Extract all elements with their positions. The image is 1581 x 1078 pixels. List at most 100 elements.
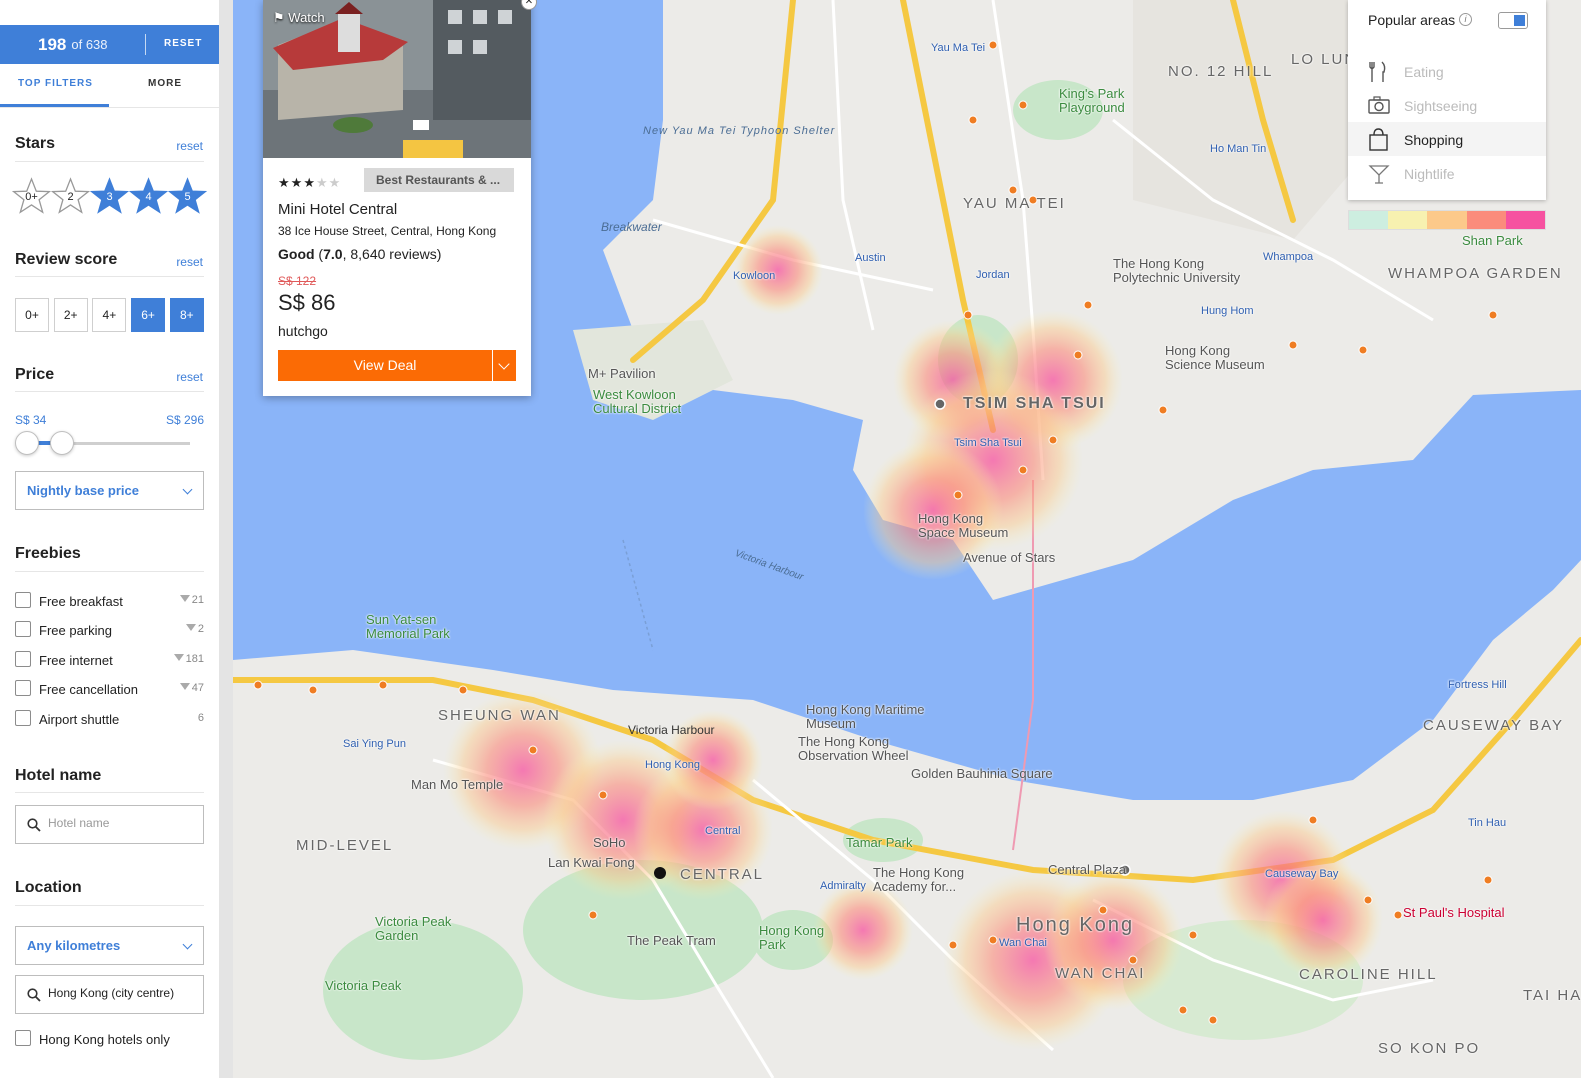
map-label-victoria-harbour-poi: Victoria Harbour bbox=[628, 723, 715, 737]
map-label-tin-hau: Tin Hau bbox=[1468, 817, 1507, 829]
map-label-tamar-park: Tamar Park bbox=[846, 835, 913, 850]
freebie-option[interactable]: Free breakfast 21 bbox=[15, 592, 204, 612]
map-label-academy: The Hong Kong Academy for... bbox=[873, 865, 965, 894]
funnel-icon bbox=[173, 654, 184, 661]
popular-area-sightseeing[interactable]: Sightseeing bbox=[1348, 88, 1546, 122]
freebie-option[interactable]: Free parking 2 bbox=[15, 621, 204, 641]
popular-areas-toggle[interactable] bbox=[1498, 12, 1528, 29]
freebie-label: Free parking bbox=[39, 623, 112, 638]
popular-area-label: Eating bbox=[1404, 64, 1444, 80]
hotel-name-field[interactable] bbox=[15, 805, 204, 844]
tab-top-filters[interactable]: TOP FILTERS bbox=[18, 78, 93, 89]
map-label-caroline-hill: CAROLINE HILL bbox=[1299, 966, 1438, 983]
map-label-mid-level: MID-LEVEL bbox=[296, 837, 394, 854]
star-option-label: 2 bbox=[67, 191, 74, 203]
map-label-hong-kong-station: Hong Kong bbox=[645, 759, 701, 771]
map-canvas[interactable]: New Yau Ma Tei Typhoon Shelter Breakwate… bbox=[233, 0, 1581, 1078]
star-option-0-plus[interactable]: 0+ bbox=[12, 177, 51, 216]
freebie-checkbox[interactable] bbox=[15, 621, 31, 637]
filter-tabs: TOP FILTERS MORE bbox=[0, 64, 219, 108]
review-score-option-6-plus[interactable]: 6+ bbox=[131, 298, 166, 332]
freebie-count: 2 bbox=[185, 623, 204, 635]
hotel-name[interactable]: Mini Hotel Central bbox=[278, 201, 397, 218]
popular-area-eating[interactable]: Eating bbox=[1348, 54, 1546, 88]
chevron-down-icon bbox=[182, 484, 193, 495]
star-option-label: 5 bbox=[184, 191, 191, 203]
info-icon[interactable]: i bbox=[1459, 13, 1472, 26]
review-score-option-2-plus[interactable]: 2+ bbox=[53, 298, 88, 332]
map-label-central-plaza: Central Plaza bbox=[1048, 862, 1127, 877]
map-label-whampoa-garden: WHAMPOA GARDEN bbox=[1388, 265, 1563, 282]
city-only-checkbox[interactable] bbox=[15, 1030, 31, 1046]
freebie-option[interactable]: Free cancellation 47 bbox=[15, 680, 204, 700]
tab-more[interactable]: MORE bbox=[148, 78, 182, 89]
hotel-name-input[interactable] bbox=[48, 816, 198, 830]
hotel-photo[interactable]: ⚑ Watch bbox=[263, 0, 531, 158]
hotel-card[interactable]: ⚑ Watch ✕ ★★★★★ Best Restaurants & ... M… bbox=[263, 0, 537, 396]
star-option-2[interactable]: 2 bbox=[51, 177, 90, 216]
active-tab-indicator bbox=[0, 104, 109, 107]
freebie-checkbox[interactable] bbox=[15, 592, 31, 608]
star-option-4[interactable]: 4 bbox=[129, 177, 168, 216]
location-input[interactable] bbox=[48, 986, 198, 1000]
price-reset-link[interactable]: reset bbox=[176, 370, 203, 384]
popular-area-label: Nightlife bbox=[1404, 166, 1455, 182]
funnel-icon bbox=[179, 683, 190, 690]
freebie-label: Free breakfast bbox=[39, 594, 123, 609]
review-score-option-0-plus[interactable]: 0+ bbox=[15, 298, 49, 332]
price-slider-min-handle[interactable] bbox=[15, 431, 39, 455]
star-icon: ★ bbox=[328, 175, 342, 190]
reset-all-button[interactable]: RESET bbox=[164, 38, 202, 49]
freebie-count: 6 bbox=[197, 712, 204, 724]
hotel-badge[interactable]: Best Restaurants & ... bbox=[364, 168, 514, 192]
freebie-checkbox[interactable] bbox=[15, 710, 31, 726]
freebie-checkbox[interactable] bbox=[15, 651, 31, 667]
price-mode-select[interactable]: Nightly base price bbox=[15, 471, 204, 510]
sidebar-separator bbox=[219, 0, 233, 1078]
camera-icon bbox=[1368, 96, 1390, 114]
freebie-checkbox[interactable] bbox=[15, 680, 31, 696]
price-title: Price bbox=[15, 366, 55, 383]
stars-title: Stars bbox=[15, 135, 56, 152]
counter-separator bbox=[145, 34, 146, 55]
location-field[interactable] bbox=[15, 975, 204, 1014]
popular-areas-panel: Popular areas i Eating Sightseeing Shoppin… bbox=[1348, 0, 1546, 200]
watch-label: Watch bbox=[288, 10, 325, 25]
deal-provider: hutchgo bbox=[278, 323, 328, 339]
star-icon: ★ bbox=[290, 175, 304, 190]
more-deals-dropdown[interactable] bbox=[493, 350, 516, 381]
rating-score: 7.0 bbox=[323, 246, 343, 262]
cocktail-icon bbox=[1368, 165, 1390, 184]
review-score-option-4-plus[interactable]: 4+ bbox=[92, 298, 127, 332]
old-price: S$ 122 bbox=[278, 274, 317, 288]
legend-swatch bbox=[1427, 211, 1467, 229]
star-option-3[interactable]: 3 bbox=[90, 177, 129, 216]
view-deal-button[interactable]: View Deal bbox=[278, 350, 492, 381]
map-label-sun-yat-sen-park: Sun Yat-sen Memorial Park bbox=[366, 612, 450, 641]
freebie-option[interactable]: Airport shuttle 6 bbox=[15, 710, 204, 730]
stars-reset-link[interactable]: reset bbox=[176, 139, 203, 153]
legend-swatch bbox=[1505, 211, 1546, 229]
review-score-option-8-plus[interactable]: 8+ bbox=[169, 298, 204, 332]
popular-area-nightlife[interactable]: Nightlife bbox=[1348, 156, 1546, 190]
price-slider-max-handle[interactable] bbox=[50, 431, 75, 455]
fork-knife-icon bbox=[1369, 61, 1386, 82]
map-label-lan-kwai-fong: Lan Kwai Fong bbox=[548, 855, 635, 870]
popular-area-label: Sightseeing bbox=[1404, 98, 1478, 114]
map-label-shan-park: Shan Park bbox=[1462, 233, 1523, 248]
star-option-label: 4 bbox=[145, 191, 152, 203]
watch-button[interactable]: ⚑ Watch bbox=[273, 10, 325, 26]
star-option-5[interactable]: 5 bbox=[168, 177, 207, 216]
map-label-central-station: Central bbox=[705, 825, 741, 837]
shopping-bag-icon bbox=[1369, 128, 1388, 151]
city-only-option[interactable]: Hong Kong hotels only bbox=[15, 1030, 204, 1050]
freebie-label: Free cancellation bbox=[39, 682, 138, 697]
popular-area-shopping[interactable]: Shopping bbox=[1348, 122, 1546, 156]
freebie-option[interactable]: Free internet 181 bbox=[15, 651, 204, 671]
review-score-reset-link[interactable]: reset bbox=[176, 255, 203, 269]
location-distance-select[interactable]: Any kilometres bbox=[15, 926, 204, 965]
freebie-count: 181 bbox=[173, 653, 204, 665]
hotel-star-rating: ★★★★★ bbox=[278, 175, 341, 191]
map-label-victoria-peak: Victoria Peak bbox=[325, 978, 402, 993]
search-icon bbox=[27, 818, 41, 832]
